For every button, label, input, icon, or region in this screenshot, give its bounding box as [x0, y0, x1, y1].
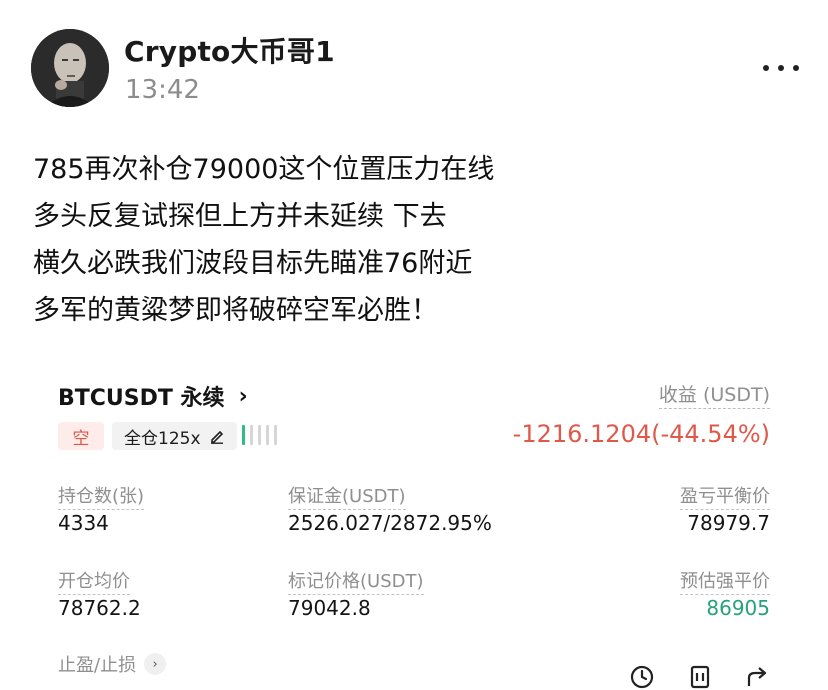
edit-icon: [209, 428, 225, 444]
pnl-label[interactable]: 收益 (USDT): [658, 380, 770, 409]
tpsl-label: 止盈/止损: [58, 655, 137, 676]
margin-mode-label: 全仓125x: [124, 428, 201, 449]
position-symbol[interactable]: BTCUSDT 永续 ›: [58, 380, 248, 412]
risk-bar: [266, 425, 269, 445]
risk-bar: [258, 425, 261, 445]
liq-price-value: 86905: [706, 596, 770, 620]
entry-price-label[interactable]: 开仓均价: [58, 567, 130, 595]
avatar[interactable]: [31, 29, 109, 107]
more-icon[interactable]: [763, 58, 799, 78]
leverage-badge[interactable]: 全仓125x: [112, 422, 237, 450]
risk-bar: [242, 425, 245, 445]
share-card-icon[interactable]: [687, 664, 713, 690]
chevron-right-icon: ›: [238, 383, 248, 409]
chevron-right-icon: ›: [144, 653, 167, 675]
risk-meter: [242, 424, 277, 446]
breakeven-label[interactable]: 盈亏平衡价: [680, 482, 770, 510]
liq-price-label[interactable]: 预估强平价: [680, 567, 770, 595]
avatar-image: [31, 29, 109, 107]
clock-icon[interactable]: [629, 664, 655, 690]
size-label[interactable]: 持仓数(张): [58, 482, 145, 510]
mark-price-label[interactable]: 标记价格(USDT): [288, 567, 424, 595]
side-badge: 空: [58, 422, 104, 450]
risk-bar: [274, 425, 277, 445]
pnl-value: -1216.1204(-44.54%): [512, 420, 770, 448]
mark-price-value: 79042.8: [288, 596, 371, 620]
breakeven-value: 78979.7: [687, 511, 770, 535]
margin-label[interactable]: 保证金(USDT): [288, 482, 406, 510]
post-line: 横久必跌我们波段目标先瞄准76附近: [33, 248, 473, 279]
post-text: 785再次补仓79000这个位置压力在线 多头反复试探但上方并未延续 下去 横久…: [33, 146, 793, 334]
post-time: 13:42: [125, 75, 200, 105]
post-line: 多头反复试探但上方并未延续 下去: [33, 201, 447, 232]
margin-value: 2526.027/2872.95%: [288, 511, 492, 535]
size-value: 4334: [58, 511, 109, 535]
share-icon[interactable]: [745, 664, 771, 690]
author-name[interactable]: Crypto大币哥1: [124, 30, 335, 70]
entry-price-value: 78762.2: [58, 596, 141, 620]
tpsl-button[interactable]: 止盈/止损 ›: [58, 651, 167, 677]
risk-bar: [250, 425, 253, 445]
post-line: 785再次补仓79000这个位置压力在线: [33, 154, 495, 185]
post-line: 多军的黄粱梦即将破碎空军必胜！: [33, 295, 438, 326]
symbol-label: BTCUSDT 永续: [58, 386, 225, 411]
